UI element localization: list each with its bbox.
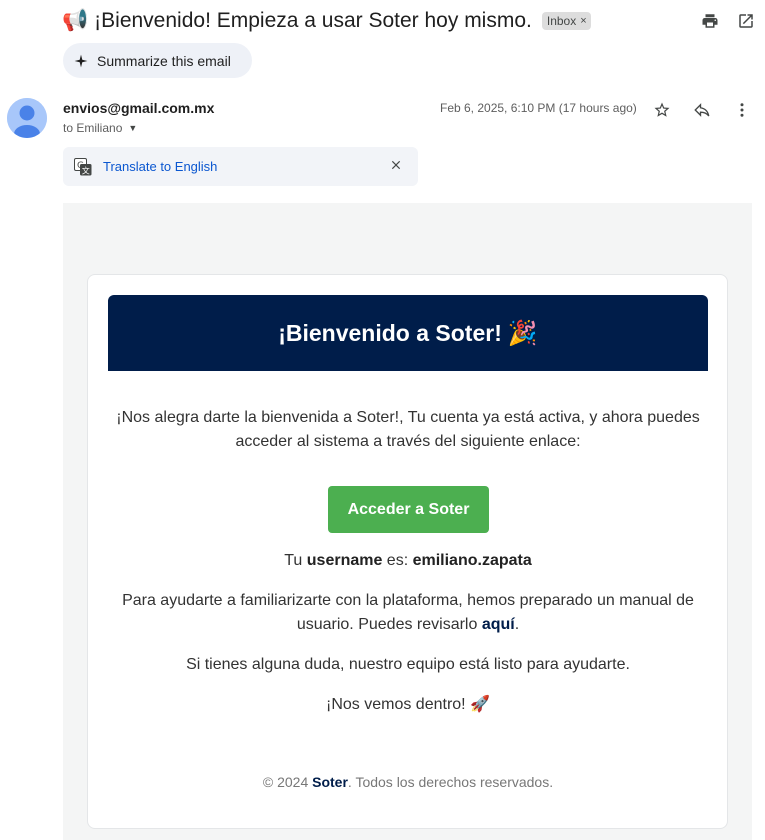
- message-date: Feb 6, 2025, 6:10 PM (17 hours ago): [440, 101, 637, 115]
- username-value: emiliano.zapata: [412, 552, 532, 569]
- close-icon[interactable]: [389, 158, 405, 174]
- footer-prefix: © 2024: [262, 774, 313, 790]
- sender-avatar[interactable]: [7, 98, 47, 138]
- footer-suffix: . Todos los derechos reservados.: [347, 774, 554, 790]
- manual-paragraph: Para ayudarte a familiarizarte con la pl…: [108, 589, 708, 637]
- sender-email[interactable]: envios@gmail.com.mx: [63, 100, 214, 116]
- username-prefix: Tu: [284, 552, 307, 569]
- google-translate-icon: G 文: [74, 157, 92, 176]
- email-footer: © 2024 Soter. Todos los derechos reserva…: [108, 774, 708, 790]
- username-word: username: [306, 552, 383, 569]
- access-soter-button[interactable]: Acceder a Soter: [328, 486, 489, 533]
- message-actions: [651, 99, 753, 121]
- manual-end: .: [514, 616, 520, 633]
- help-paragraph: Si tienes alguna duda, nuestro equipo es…: [186, 656, 630, 673]
- inbox-label-chip[interactable]: Inbox ×: [541, 12, 591, 30]
- username-line: Tu username es: emiliano.zapata: [108, 549, 708, 573]
- summarize-email-button[interactable]: Summarize this email: [63, 43, 252, 78]
- see-you-line: ¡Nos vemos dentro! 🚀: [108, 693, 708, 717]
- subject-row: 📢 ¡Bienvenido! Empieza a usar Soter hoy …: [62, 6, 757, 36]
- open-in-new-window-icon[interactable]: [735, 10, 757, 32]
- top-toolbar: [699, 10, 757, 32]
- welcome-banner: ¡Bienvenido a Soter! 🎉: [108, 295, 708, 371]
- rocket-emoji: 🚀: [470, 696, 490, 713]
- more-vert-icon[interactable]: [731, 99, 753, 121]
- megaphone-emoji: 📢: [62, 9, 89, 32]
- username-mid: es:: [382, 552, 413, 569]
- inbox-label-text: Inbox: [546, 14, 577, 28]
- footer-brand: Soter: [312, 774, 348, 790]
- see-you-text: ¡Nos vemos dentro!: [326, 696, 466, 713]
- show-details-caret-icon[interactable]: ▼: [128, 123, 137, 133]
- manual-link[interactable]: aquí: [482, 616, 515, 633]
- svg-text:文: 文: [82, 165, 90, 175]
- sparkle-icon: [74, 54, 88, 68]
- translate-bar: G 文 Translate to English: [63, 147, 418, 186]
- summarize-label: Summarize this email: [97, 52, 231, 69]
- email-body-background: ¡Bienvenido a Soter! 🎉 ¡Nos alegra darte…: [63, 203, 752, 840]
- star-icon[interactable]: [651, 99, 673, 121]
- translate-to-english-link[interactable]: Translate to English: [103, 159, 217, 174]
- default-person-icon: [7, 98, 47, 138]
- banner-title: ¡Bienvenido a Soter!: [278, 319, 502, 346]
- recipients-text: to Emiliano: [63, 121, 123, 135]
- email-card: ¡Bienvenido a Soter! 🎉 ¡Nos alegra darte…: [87, 274, 728, 829]
- intro-paragraph: ¡Nos alegra darte la bienvenida a Soter!…: [116, 409, 700, 450]
- print-icon[interactable]: [699, 10, 721, 32]
- email-subject: ¡Bienvenido! Empieza a usar Soter hoy mi…: [94, 9, 532, 32]
- recipients-line[interactable]: to Emiliano ▼: [63, 121, 137, 135]
- party-emoji: 🎉: [507, 319, 538, 347]
- reply-icon[interactable]: [691, 99, 713, 121]
- manual-text: Para ayudarte a familiarizarte con la pl…: [122, 592, 694, 633]
- remove-label-icon[interactable]: ×: [580, 15, 586, 27]
